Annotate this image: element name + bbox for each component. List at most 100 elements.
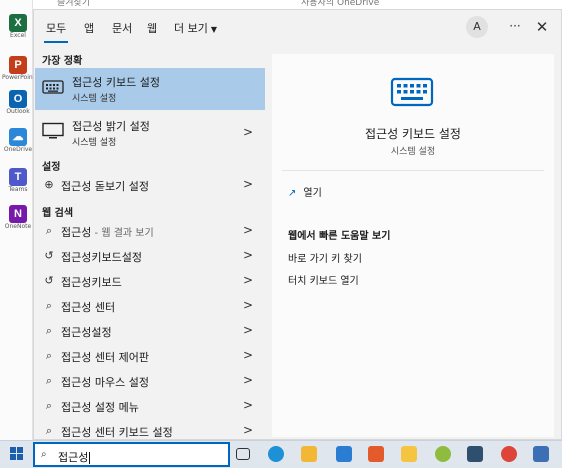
teams-icon: T Teams <box>6 168 30 193</box>
web-result-item[interactable]: ↺ 접근성키보드설정 > <box>34 245 266 267</box>
web-result-item[interactable]: ⌕ 접근성 센터 제어판 > <box>34 345 266 367</box>
chevron-right-icon[interactable]: > <box>242 223 254 237</box>
search-icon: ⌕ <box>45 349 53 362</box>
search-icon: ⌕ <box>45 324 53 337</box>
web-result-label: 접근성 센터 키보드 설정 <box>61 426 173 439</box>
history-icon: ↺ <box>44 274 54 287</box>
tab-more[interactable]: 더 보기 ▼ <box>174 20 217 36</box>
web-result-label: 접근성키보드설정 <box>61 251 142 264</box>
best-match-subtitle: 시스템 설정 <box>72 94 117 104</box>
web-result-label: 접근성 <box>61 226 92 239</box>
app-icon[interactable] <box>435 446 451 462</box>
windows-start-icon[interactable] <box>10 447 24 461</box>
file-explorer-icon[interactable] <box>301 446 317 462</box>
web-result-label: 접근성설정 <box>61 326 112 339</box>
search-icon: ⌕ <box>45 374 53 387</box>
brightness-setting-item[interactable]: 접근성 밝기 설정 시스템 설정 > <box>35 113 265 153</box>
powerpoint-icon: P PowerPoint <box>2 56 34 81</box>
chrome-icon[interactable] <box>501 446 517 462</box>
web-result-item[interactable]: ⌕ 접근성 - 웹 결과 보기 > <box>34 220 266 242</box>
chevron-right-icon[interactable]: > <box>242 298 254 312</box>
web-result-label: 접근성키보드 <box>61 276 122 289</box>
app-icon[interactable] <box>533 446 549 462</box>
web-result-item[interactable]: ⌕ 접근성 센터 > <box>34 295 266 317</box>
background-onedrive-text: 사용자의 OneDrive <box>301 0 380 8</box>
mail-icon[interactable] <box>336 446 352 462</box>
chevron-right-icon[interactable]: > <box>242 423 254 437</box>
preview-pane: 접근성 키보드 설정 시스템 설정 ↗ 열기 웹에서 빠른 도움말 보기 바로 가… <box>272 54 554 437</box>
chevron-right-icon[interactable]: > <box>242 348 254 362</box>
onedrive-icon: ☁ OneDrive <box>4 128 32 153</box>
app-icon[interactable] <box>401 446 417 462</box>
web-result-item[interactable]: ⌕ 접근성설정 > <box>34 320 266 342</box>
open-action[interactable]: ↗ 열기 <box>288 184 322 199</box>
search-icon: ⌕ <box>41 449 47 460</box>
brightness-setting-title: 접근성 밝기 설정 <box>72 120 150 133</box>
outlook-icon: O Outlook <box>6 90 30 115</box>
preview-subtitle: 시스템 설정 <box>390 147 436 157</box>
tab-web[interactable]: 웹 <box>147 20 157 36</box>
chevron-right-icon[interactable]: > <box>243 125 253 139</box>
chevron-right-icon[interactable]: > <box>242 177 254 191</box>
web-result-label: 접근성 센터 제어판 <box>61 351 149 364</box>
magnifier-setting-label: 접근성 돋보기 설정 <box>61 180 149 193</box>
web-result-item[interactable]: ↺ 접근성키보드 > <box>34 270 266 292</box>
app-icon[interactable] <box>467 446 483 462</box>
web-result-label: 접근성 센터 <box>61 301 116 314</box>
open-icon: ↗ <box>288 188 297 199</box>
tab-apps[interactable]: 앱 <box>84 20 94 36</box>
chevron-right-icon[interactable]: > <box>242 273 254 287</box>
keyboard-icon <box>390 77 434 107</box>
help-link[interactable]: 바로 가기 키 찾기 <box>288 250 362 265</box>
tab-documents[interactable]: 문서 <box>112 20 132 36</box>
edge-icon[interactable] <box>268 446 284 462</box>
taskbar-search-input[interactable]: ⌕ 접근성 <box>33 442 230 467</box>
account-avatar[interactable]: A <box>466 16 488 38</box>
history-icon: ↺ <box>44 249 54 262</box>
chevron-right-icon[interactable]: > <box>242 323 254 337</box>
web-result-label: 접근성 마우스 설정 <box>61 376 149 389</box>
best-match-title: 접근성 키보드 설정 <box>72 76 160 89</box>
web-result-suffix: - 웹 결과 보기 <box>91 228 154 239</box>
close-button[interactable]: ✕ <box>531 16 553 38</box>
store-icon[interactable] <box>368 446 384 462</box>
web-result-item[interactable]: ⌕ 접근성 마우스 설정 > <box>34 370 266 392</box>
tab-more-label: 더 보기 <box>174 22 208 35</box>
web-result-label: 접근성 설정 메뉴 <box>61 401 139 414</box>
zoom-icon: ⊕ <box>44 178 54 191</box>
settings-heading: 설정 <box>42 162 61 173</box>
more-options-button[interactable]: ··· <box>504 16 526 38</box>
search-icon: ⌕ <box>45 224 53 237</box>
best-match-item[interactable]: 접근성 키보드 설정 시스템 설정 <box>35 68 265 110</box>
chevron-right-icon[interactable]: > <box>242 398 254 412</box>
web-help-heading: 웹에서 빠른 도움말 보기 <box>288 231 391 242</box>
magnifier-setting-item[interactable]: ⊕ 접근성 돋보기 설정 > <box>34 174 266 196</box>
brightness-setting-subtitle: 시스템 설정 <box>72 138 117 148</box>
best-match-heading: 가장 정확 <box>42 56 83 67</box>
help-link[interactable]: 터치 키보드 열기 <box>288 272 359 287</box>
preview-divider <box>282 170 544 171</box>
text-cursor <box>89 452 91 464</box>
keyboard-icon <box>42 80 64 94</box>
search-query: 접근성 <box>58 451 89 464</box>
tab-all[interactable]: 모두 <box>43 20 69 43</box>
taskbar: ⌕ 접근성 <box>0 440 562 468</box>
filter-tabs: 모두 앱 문서 웹 더 보기 ▼ A ··· ✕ <box>34 10 561 46</box>
onenote-icon: N OneNote <box>5 205 31 230</box>
chevron-right-icon[interactable]: > <box>242 373 254 387</box>
background-favorites-text: 즐겨찾기 <box>57 0 91 8</box>
search-panel: 모두 앱 문서 웹 더 보기 ▼ A ··· ✕ 가장 정확 접근성 키보드 설정… <box>33 9 562 440</box>
open-label: 열기 <box>303 188 322 199</box>
web-result-item[interactable]: ⌕ 접근성 센터 키보드 설정 > <box>34 420 266 442</box>
chevron-down-icon: ▼ <box>210 25 218 34</box>
chevron-right-icon[interactable]: > <box>242 248 254 262</box>
search-icon: ⌕ <box>45 399 53 412</box>
excel-icon: X Excel <box>6 14 30 39</box>
background-app-strip: X Excel P PowerPoint O Outlook ☁ OneDrive TT… <box>0 0 34 440</box>
web-search-heading: 웹 검색 <box>42 208 74 219</box>
monitor-icon <box>42 122 64 139</box>
task-view-icon[interactable] <box>236 448 250 460</box>
preview-title: 접근성 키보드 설정 <box>365 127 461 141</box>
search-icon: ⌕ <box>45 424 53 437</box>
web-result-item[interactable]: ⌕ 접근성 설정 메뉴 > <box>34 395 266 417</box>
